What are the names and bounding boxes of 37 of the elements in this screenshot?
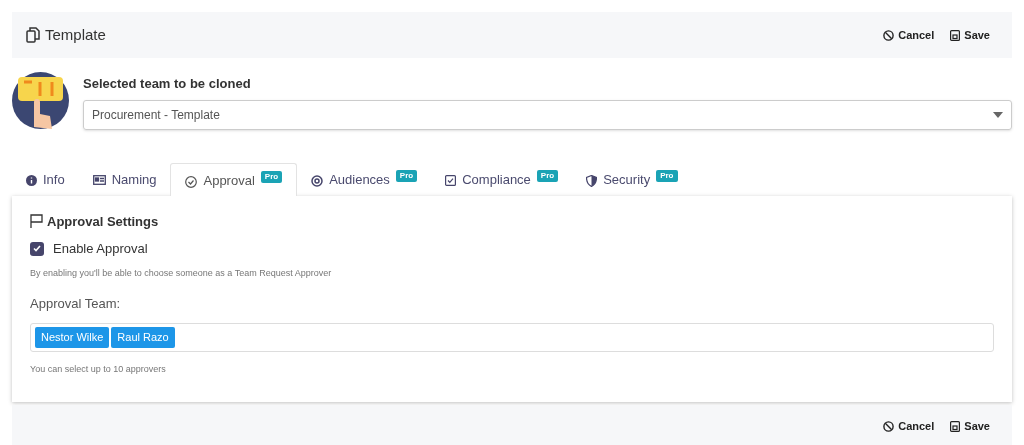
enable-checkbox[interactable] — [30, 241, 44, 256]
cancel-button[interactable]: Cancel — [883, 417, 935, 435]
id-card-icon — [92, 174, 106, 185]
checkbox-label: Enable Approval — [53, 240, 148, 258]
pro-badge: Pro — [395, 169, 418, 182]
page-title: Template — [45, 24, 106, 45]
info-icon — [26, 174, 37, 186]
shield-icon — [586, 174, 598, 187]
tab[interactable]: Naming — [78, 162, 171, 196]
check-icon — [33, 245, 41, 253]
save-button[interactable]: Save — [950, 417, 990, 435]
cancel-icon — [883, 29, 895, 41]
save-button[interactable]: Save — [950, 26, 990, 44]
team-select[interactable]: Procurement - Template — [83, 99, 1012, 130]
pro-badge: Pro — [536, 169, 559, 182]
target-icon — [311, 174, 324, 187]
save-icon — [950, 29, 961, 41]
cancel-icon — [883, 420, 895, 432]
check-circle-icon — [185, 175, 198, 188]
tab[interactable]: Compliance Pro — [431, 162, 573, 196]
cancel-button[interactable]: Cancel — [883, 26, 935, 44]
pro-badge: Pro — [260, 170, 283, 183]
hint-text: You can select up to 10 approvers — [30, 362, 167, 376]
checkbox-icon — [445, 174, 457, 186]
pro-badge: Pro — [656, 169, 678, 182]
tab[interactable]: Approval Pro — [170, 162, 298, 196]
caret-icon — [993, 111, 1003, 118]
field-label: Selected team to be cloned — [83, 75, 252, 93]
tab[interactable]: Security Pro — [572, 162, 692, 196]
section-title: Approval Settings — [47, 212, 159, 231]
tab[interactable]: Info — [12, 162, 79, 196]
flag-icon — [30, 214, 43, 229]
save-icon — [950, 420, 961, 432]
hint-text: By enabling you'll be able to choose someone as a Team Request Approver — [30, 266, 333, 280]
tab[interactable]: Audiences Pro — [297, 162, 432, 196]
field-label: Approval Team: — [30, 295, 122, 313]
copy-icon — [26, 27, 40, 43]
